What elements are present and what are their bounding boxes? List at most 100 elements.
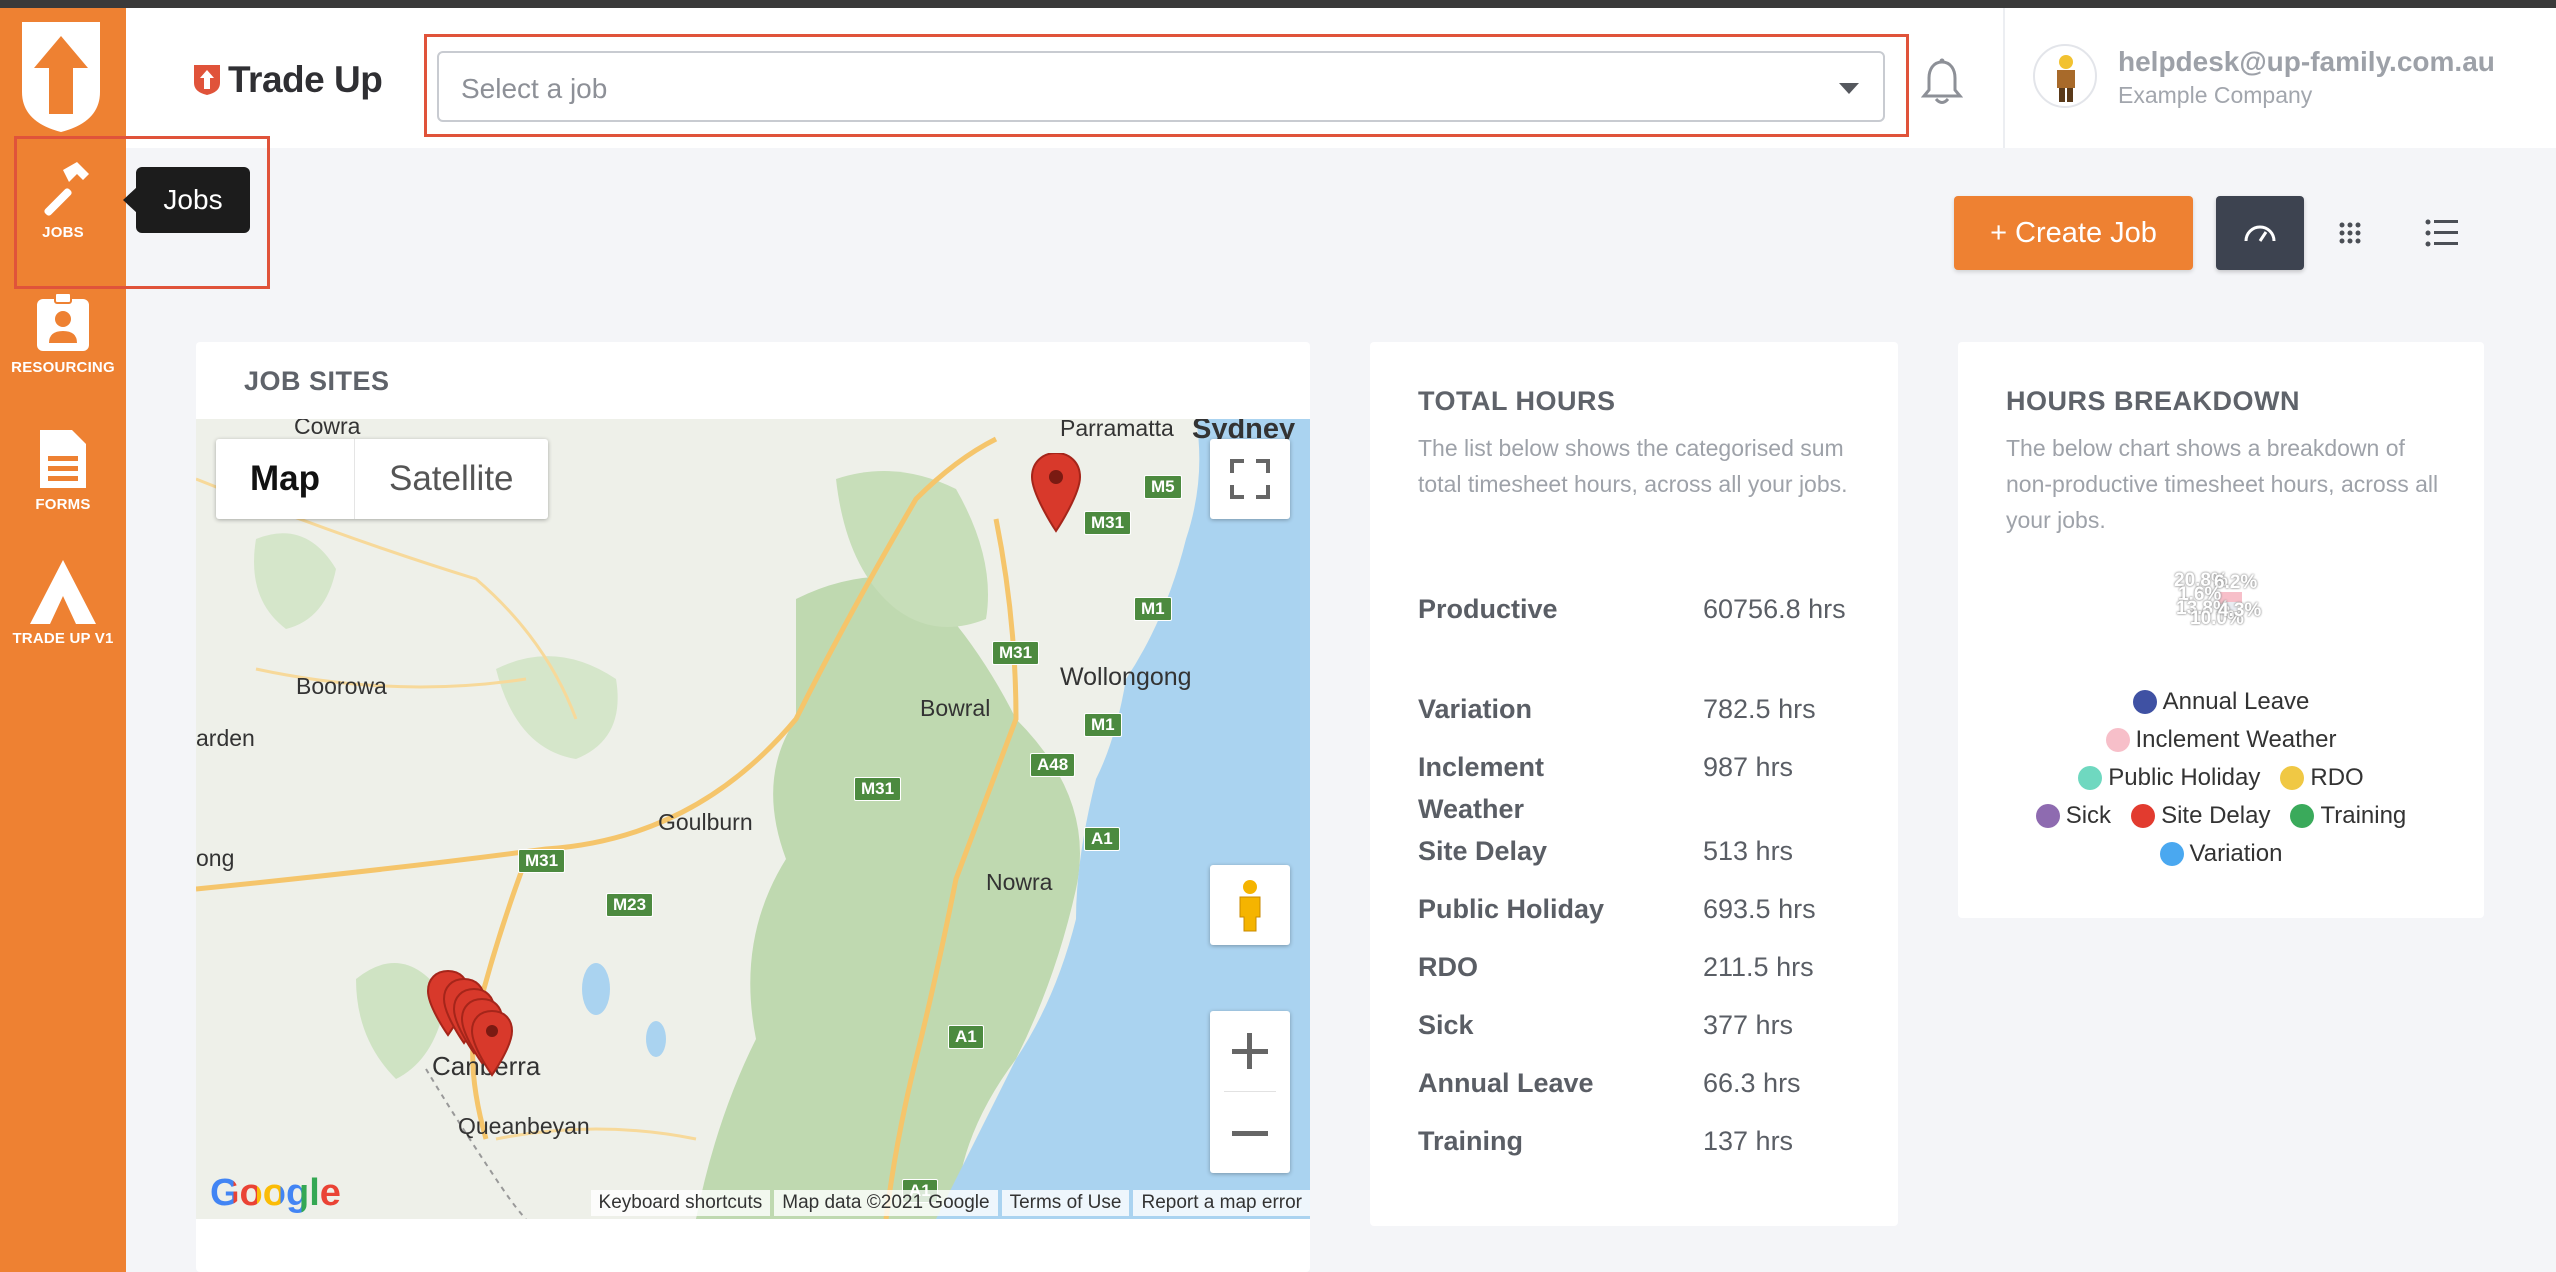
map-terrain bbox=[196, 419, 1310, 1219]
avatar[interactable] bbox=[2033, 44, 2097, 108]
speedometer-icon bbox=[2244, 225, 2276, 242]
legend-item-inclement-weather[interactable]: Inclement Weather bbox=[2105, 726, 2337, 754]
legend-label: Inclement Weather bbox=[2135, 726, 2337, 753]
map-place-label: Boorowa bbox=[296, 673, 387, 699]
grid-view-icon[interactable] bbox=[2327, 210, 2373, 256]
legend-dot bbox=[2280, 766, 2305, 790]
hours-value: 66.3 hrs bbox=[1703, 1068, 1801, 1098]
sidebar-item-forms[interactable]: FORMS bbox=[0, 428, 126, 513]
job-sites-map[interactable]: Cowra Parramatta Sydney Boorowa Wollongo… bbox=[196, 419, 1310, 1219]
sidebar-item-trade-up-v1[interactable]: TRADE UP V1 bbox=[0, 560, 126, 647]
pie-legend: Annual Leave Inclement Weather Public Ho… bbox=[1958, 688, 2484, 878]
fullscreen-button[interactable] bbox=[1210, 439, 1290, 519]
sidebar-item-label: TRADE UP V1 bbox=[12, 630, 114, 647]
create-job-button[interactable]: + Create Job bbox=[1954, 196, 2193, 270]
road-shield: M31 bbox=[854, 777, 902, 801]
road-shield: A48 bbox=[1030, 753, 1076, 777]
report-map-error-link[interactable]: Report a map error bbox=[1133, 1190, 1310, 1216]
id-badge-icon bbox=[37, 293, 89, 351]
map-place-label: Nowra bbox=[986, 869, 1053, 895]
hours-value: 987 hrs bbox=[1703, 752, 1794, 782]
trade-up-logo-mark-icon bbox=[194, 65, 220, 95]
legend-label: Training bbox=[2320, 802, 2407, 829]
map-type-toggle: Map Satellite bbox=[216, 439, 548, 519]
legend-item-annual-leave[interactable]: Annual Leave bbox=[2132, 688, 2310, 716]
hours-breakdown-title: HOURS BREAKDOWN bbox=[2006, 386, 2300, 416]
map-pin-icon[interactable] bbox=[1030, 453, 1082, 533]
legend-dot bbox=[2035, 804, 2060, 828]
legend-dot bbox=[2132, 690, 2157, 714]
map-place-label: Goulburn bbox=[658, 809, 753, 835]
zoom-out-button[interactable] bbox=[1210, 1093, 1290, 1173]
map-type-map[interactable]: Map bbox=[216, 439, 354, 519]
hours-value: 377 hrs bbox=[1703, 1010, 1794, 1040]
hours-label: Sick bbox=[1418, 1010, 1474, 1040]
hours-label: RDO bbox=[1418, 952, 1478, 982]
map-data-attribution: Map data ©2021 Google bbox=[774, 1190, 998, 1216]
map-footer: Keyboard shortcuts Map data ©2021 Google… bbox=[196, 1187, 1310, 1219]
minus-icon bbox=[1232, 1131, 1268, 1136]
user-email[interactable]: helpdesk@up-family.com.au bbox=[2118, 46, 2495, 78]
map-place-label: Queanbeyan bbox=[458, 1113, 590, 1139]
map-place-label: Wollongong bbox=[1060, 663, 1192, 691]
legend-dot bbox=[2105, 728, 2130, 752]
legend-label: Annual Leave bbox=[2162, 688, 2310, 715]
plus-icon bbox=[1232, 1033, 1268, 1069]
brand-logo[interactable]: Trade Up bbox=[194, 59, 383, 100]
road-shield: A1 bbox=[948, 1025, 984, 1049]
terms-of-use-link[interactable]: Terms of Use bbox=[1001, 1190, 1130, 1216]
street-view-button[interactable] bbox=[1210, 865, 1290, 945]
legend-item-public-holiday[interactable]: Public Holiday bbox=[2078, 764, 2260, 792]
trade-up-a-icon bbox=[30, 560, 96, 624]
hours-label: Training bbox=[1418, 1126, 1524, 1156]
legend-label: Sick bbox=[2065, 802, 2112, 829]
legend-label: RDO bbox=[2310, 764, 2364, 791]
legend-dot bbox=[2078, 766, 2103, 790]
hours-value: 137 hrs bbox=[1703, 1126, 1794, 1156]
chevron-down-icon bbox=[1839, 83, 1859, 94]
total-hours-description: The list below shows the categorised sum… bbox=[1418, 435, 1848, 497]
trade-up-arrow-logo[interactable] bbox=[18, 22, 104, 132]
hours-label: Site Delay bbox=[1418, 836, 1548, 866]
job-sites-title: JOB SITES bbox=[244, 366, 390, 396]
pegman-icon bbox=[1239, 880, 1261, 932]
road-shield: M23 bbox=[606, 893, 654, 917]
road-shield: M5 bbox=[1144, 475, 1182, 499]
keyboard-shortcuts-link[interactable]: Keyboard shortcuts bbox=[590, 1190, 771, 1216]
fullscreen-icon bbox=[1230, 459, 1270, 499]
sidebar-item-resourcing[interactable]: RESOURCING bbox=[0, 293, 126, 376]
map-pin-cluster-icon[interactable] bbox=[422, 969, 526, 1099]
hours-label: Inclement Weather bbox=[1418, 752, 1545, 824]
map-type-satellite[interactable]: Satellite bbox=[354, 439, 548, 519]
brand-name: Trade Up bbox=[228, 59, 383, 100]
map-place-label: Bowral bbox=[920, 695, 991, 721]
pie-label: 4.3% bbox=[2218, 600, 2262, 621]
job-select[interactable]: Select a job bbox=[437, 51, 1885, 122]
zoom-divider bbox=[1224, 1091, 1276, 1092]
legend-label: Variation bbox=[2189, 840, 2283, 867]
dashboard-view-button[interactable] bbox=[2216, 196, 2304, 270]
notification-bell-icon[interactable] bbox=[1921, 58, 1963, 106]
legend-item-site-delay[interactable]: Site Delay bbox=[2131, 802, 2270, 830]
user-company: Example Company bbox=[2118, 82, 2313, 108]
road-shield: M31 bbox=[992, 641, 1040, 665]
legend-item-rdo[interactable]: RDO bbox=[2280, 764, 2364, 792]
window-top-strip bbox=[0, 0, 2556, 8]
legend-item-training[interactable]: Training bbox=[2290, 802, 2406, 830]
road-shield: A1 bbox=[1084, 827, 1120, 851]
list-view-icon[interactable] bbox=[2418, 210, 2464, 256]
hours-label: Public Holiday bbox=[1418, 894, 1605, 924]
map-place-label: ong bbox=[196, 845, 235, 871]
hours-value: 782.5 hrs bbox=[1703, 694, 1816, 724]
legend-item-sick[interactable]: Sick bbox=[2035, 802, 2112, 830]
hours-label: Annual Leave bbox=[1418, 1068, 1594, 1098]
hours-label: Variation bbox=[1418, 694, 1533, 724]
map-place-label: arden bbox=[196, 725, 255, 751]
sidebar-item-label: RESOURCING bbox=[11, 359, 115, 376]
legend-dot bbox=[2290, 804, 2315, 828]
pie-labels: 20.8% 6.2% 1.6% 13.8% 10.0% 4.3% bbox=[2174, 570, 2284, 640]
zoom-in-button[interactable] bbox=[1210, 1011, 1290, 1091]
total-hours-card: TOTAL HOURS The list below shows the cat… bbox=[1370, 342, 1898, 1226]
document-icon bbox=[40, 430, 86, 488]
legend-item-variation[interactable]: Variation bbox=[2159, 840, 2283, 868]
